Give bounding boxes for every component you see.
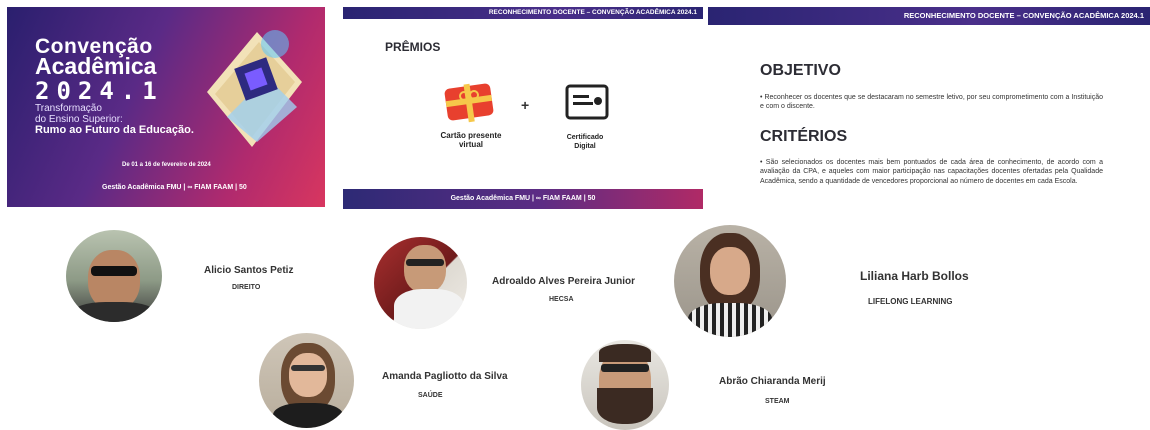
cover-slide: Convenção Acadêmica 2024.1 Transformação… xyxy=(7,7,325,207)
objetivo-heading: OBJETIVO xyxy=(760,62,841,79)
cover-subtitle-line1: Transformação xyxy=(35,103,102,114)
person-area: HECSA xyxy=(549,296,574,303)
cover-subtitle-line3: Rumo ao Futuro da Educação. xyxy=(35,124,194,136)
avatar xyxy=(674,225,786,337)
certificate-icon xyxy=(565,84,609,120)
awards-heading: PRÊMIOS xyxy=(385,40,441,54)
person-area: LIFELONG LEARNING xyxy=(868,297,953,306)
avatar xyxy=(66,230,162,322)
person-area: DIREITO xyxy=(232,284,261,291)
person-area: STEAM xyxy=(765,398,790,405)
person-name: Adroaldo Alves Pereira Junior xyxy=(492,276,636,287)
person-name: Abrão Chiaranda Merij xyxy=(719,376,826,387)
prize1-label: Cartão presente virtual xyxy=(440,131,502,149)
avatar xyxy=(581,340,669,430)
objective-banner: RECONHECIMENTO DOCENTE – CONVENÇÃO ACADÊ… xyxy=(708,7,1150,25)
person-area: SAÚDE xyxy=(418,392,443,399)
objetivo-text: • Reconhecer os docentes que se destacar… xyxy=(760,94,1103,111)
cover-logos: Gestão Acadêmica FMU | ∞ FIAM FAAM | 50 xyxy=(102,184,247,191)
prize2-label: Certificado Digital xyxy=(566,134,604,150)
plus-sign: + xyxy=(521,97,530,113)
book-chip-illustration xyxy=(207,30,302,147)
cover-subtitle: Transformação do Ensino Superior: Rumo a… xyxy=(35,103,194,136)
awards-slide: RECONHECIMENTO DOCENTE – CONVENÇÃO ACADÊ… xyxy=(343,7,703,209)
avatar xyxy=(374,237,467,329)
person-name: Liliana Harb Bollos xyxy=(860,269,969,283)
criterios-heading: CRITÉRIOS xyxy=(760,128,848,145)
cover-dates: De 01 a 16 de fevereiro de 2024 xyxy=(122,162,211,168)
awards-banner: RECONHECIMENTO DOCENTE – CONVENÇÃO ACADÊ… xyxy=(343,7,703,19)
gift-card-icon xyxy=(444,83,494,123)
cover-title-line2: Acadêmica xyxy=(35,53,157,79)
awards-footer: Gestão Acadêmica FMU | ∞ FIAM FAAM | 50 xyxy=(343,189,703,209)
objective-slide: RECONHECIMENTO DOCENTE – CONVENÇÃO ACADÊ… xyxy=(708,7,1150,209)
person-name: Alicio Santos Petiz xyxy=(204,265,294,276)
cover-title-line3: 2024.1 xyxy=(35,77,164,105)
criterios-text: • São selecionados os docentes mais bem … xyxy=(760,159,1103,185)
person-name: Amanda Pagliotto da Silva xyxy=(382,371,508,382)
avatar xyxy=(259,333,354,428)
